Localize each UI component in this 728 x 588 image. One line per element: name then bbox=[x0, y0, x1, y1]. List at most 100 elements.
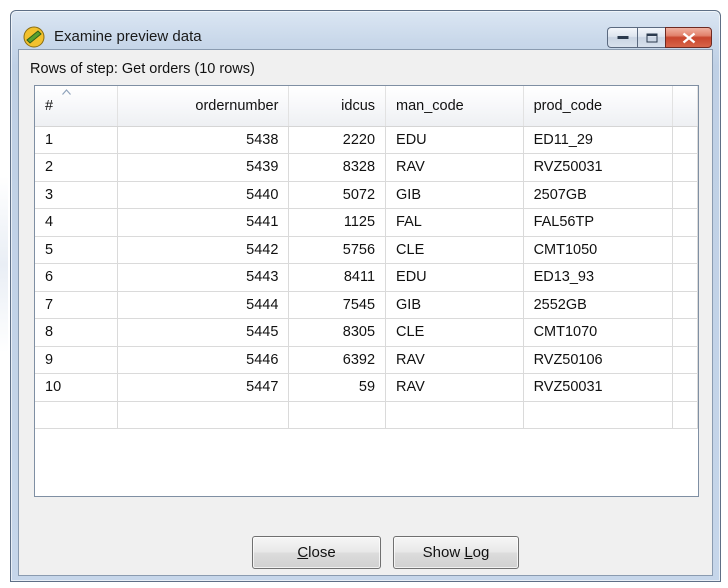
prod-code-cell[interactable]: CMT1070 bbox=[523, 318, 674, 347]
table-row[interactable]: 1 5438 2220 EDU ED11_29 bbox=[35, 126, 698, 154]
kettle-spoon-icon bbox=[23, 26, 45, 48]
ordernumber-cell[interactable]: 5441 bbox=[117, 208, 290, 237]
prod-code-cell[interactable]: 2552GB bbox=[523, 291, 674, 319]
prod-code-cell[interactable]: ED11_29 bbox=[523, 126, 674, 154]
man-code-cell[interactable]: EDU bbox=[385, 126, 524, 154]
column-header-filler bbox=[672, 86, 698, 127]
filler-cell bbox=[672, 153, 698, 182]
man-code-cell[interactable]: RAV bbox=[385, 373, 524, 402]
close-mnemonic: C bbox=[297, 544, 309, 561]
prod-code-cell[interactable]: RVZ50031 bbox=[523, 153, 674, 182]
ordernumber-cell[interactable]: 5438 bbox=[117, 126, 290, 154]
close-window-button[interactable] bbox=[665, 27, 712, 48]
rows-label: Rows of step: Get orders (10 rows) bbox=[30, 61, 255, 77]
row-index-cell[interactable]: 5 bbox=[35, 236, 119, 264]
table-row[interactable]: 10 5447 59 RAV RVZ50031 bbox=[35, 373, 698, 402]
idcus-cell[interactable]: 8305 bbox=[288, 318, 387, 347]
show-log-label-before: Show bbox=[422, 544, 465, 561]
minimize-button[interactable] bbox=[607, 27, 637, 48]
ordernumber-cell[interactable]: 5439 bbox=[117, 153, 290, 182]
caption-buttons bbox=[607, 27, 712, 51]
idcus-cell[interactable]: 59 bbox=[288, 373, 387, 402]
row-index-cell[interactable]: 7 bbox=[35, 291, 119, 319]
table-row[interactable]: 5 5442 5756 CLE CMT1050 bbox=[35, 236, 698, 264]
ordernumber-cell[interactable]: 5443 bbox=[117, 263, 290, 292]
man-code-cell[interactable]: RAV bbox=[385, 153, 524, 182]
row-index-cell[interactable]: 1 bbox=[35, 126, 119, 154]
ordernumber-cell[interactable]: 5445 bbox=[117, 318, 290, 347]
filler-cell bbox=[672, 318, 698, 347]
table-row[interactable]: 6 5443 8411 EDU ED13_93 bbox=[35, 263, 698, 292]
filler-cell bbox=[672, 181, 698, 209]
table-row[interactable]: 3 5440 5072 GIB 2507GB bbox=[35, 181, 698, 209]
column-header-man-code[interactable]: man_code bbox=[385, 86, 524, 127]
prod-code-cell[interactable]: 2507GB bbox=[523, 181, 674, 209]
table-row[interactable]: 2 5439 8328 RAV RVZ50031 bbox=[35, 153, 698, 182]
prod-code-cell[interactable]: CMT1050 bbox=[523, 236, 674, 264]
prod-code-cell[interactable]: RVZ50031 bbox=[523, 373, 674, 402]
column-header-ordernumber[interactable]: ordernumber bbox=[117, 86, 290, 127]
idcus-cell[interactable]: 6392 bbox=[288, 346, 387, 374]
prod-code-cell[interactable]: ED13_93 bbox=[523, 263, 674, 292]
man-code-cell[interactable]: CLE bbox=[385, 236, 524, 264]
ordernumber-cell[interactable]: 5440 bbox=[117, 181, 290, 209]
filler-cell bbox=[672, 346, 698, 374]
row-index-cell[interactable]: 8 bbox=[35, 318, 119, 347]
man-code-cell[interactable]: CLE bbox=[385, 318, 524, 347]
row-index-cell[interactable]: 6 bbox=[35, 263, 119, 292]
table-header-row: # ordernumber idcus man_code prod_code bbox=[35, 86, 698, 127]
table-row[interactable]: 9 5446 6392 RAV RVZ50106 bbox=[35, 346, 698, 374]
idcus-cell[interactable]: 1125 bbox=[288, 208, 387, 237]
title-bar[interactable]: Examine preview data bbox=[11, 11, 720, 49]
ordernumber-cell[interactable]: 5442 bbox=[117, 236, 290, 264]
empty-row bbox=[35, 401, 698, 429]
filler-cell bbox=[672, 373, 698, 402]
prod-code-cell[interactable]: FAL56TP bbox=[523, 208, 674, 237]
filler-cell bbox=[672, 291, 698, 319]
idcus-cell[interactable]: 8411 bbox=[288, 263, 387, 292]
filler-cell bbox=[672, 208, 698, 237]
idcus-cell[interactable]: 5072 bbox=[288, 181, 387, 209]
row-index-cell[interactable]: 3 bbox=[35, 181, 119, 209]
idcus-cell[interactable]: 7545 bbox=[288, 291, 387, 319]
column-header-idcus[interactable]: idcus bbox=[288, 86, 387, 127]
man-code-cell[interactable]: EDU bbox=[385, 263, 524, 292]
preview-dialog: Examine preview data Rows of step: Get o… bbox=[10, 10, 721, 582]
data-table: # ordernumber idcus man_code prod_code 1 bbox=[35, 86, 698, 429]
column-header-prod-code[interactable]: prod_code bbox=[523, 86, 674, 127]
row-index-cell[interactable]: 2 bbox=[35, 153, 119, 182]
show-log-label-rest: og bbox=[472, 544, 490, 561]
minimize-icon bbox=[617, 35, 628, 39]
table-row[interactable]: 4 5441 1125 FAL FAL56TP bbox=[35, 208, 698, 237]
man-code-cell[interactable]: RAV bbox=[385, 346, 524, 374]
row-index-cell[interactable]: 9 bbox=[35, 346, 119, 374]
ordernumber-cell[interactable]: 5447 bbox=[117, 373, 290, 402]
man-code-cell[interactable]: GIB bbox=[385, 181, 524, 209]
show-log-mnemonic: L bbox=[464, 544, 473, 561]
man-code-cell[interactable]: FAL bbox=[385, 208, 524, 237]
data-grid[interactable]: # ordernumber idcus man_code prod_code 1 bbox=[34, 85, 699, 497]
prod-code-cell[interactable]: RVZ50106 bbox=[523, 346, 674, 374]
row-index-cell[interactable]: 4 bbox=[35, 208, 119, 237]
dialog-client-area: Rows of step: Get orders (10 rows) # ord… bbox=[18, 49, 713, 576]
sort-ascending-icon bbox=[62, 89, 71, 95]
show-log-button[interactable]: Show Log bbox=[393, 536, 519, 569]
man-code-cell[interactable]: GIB bbox=[385, 291, 524, 319]
maximize-icon bbox=[646, 33, 657, 42]
table-row[interactable]: 8 5445 8305 CLE CMT1070 bbox=[35, 318, 698, 347]
filler-cell bbox=[672, 126, 698, 154]
idcus-cell[interactable]: 2220 bbox=[288, 126, 387, 154]
table-row[interactable]: 7 5444 7545 GIB 2552GB bbox=[35, 291, 698, 319]
ordernumber-cell[interactable]: 5444 bbox=[117, 291, 290, 319]
maximize-button[interactable] bbox=[637, 27, 665, 48]
close-icon bbox=[682, 32, 695, 43]
close-button[interactable]: Close bbox=[252, 536, 381, 569]
close-label-rest: lose bbox=[308, 544, 336, 561]
idcus-cell[interactable]: 5756 bbox=[288, 236, 387, 264]
filler-cell bbox=[672, 263, 698, 292]
idcus-cell[interactable]: 8328 bbox=[288, 153, 387, 182]
ordernumber-cell[interactable]: 5446 bbox=[117, 346, 290, 374]
column-header-index[interactable]: # bbox=[35, 86, 119, 127]
table-body: 1 5438 2220 EDU ED11_29 2 5439 8328 RAV RVZ50031… bbox=[35, 126, 698, 429]
row-index-cell[interactable]: 10 bbox=[35, 373, 119, 402]
